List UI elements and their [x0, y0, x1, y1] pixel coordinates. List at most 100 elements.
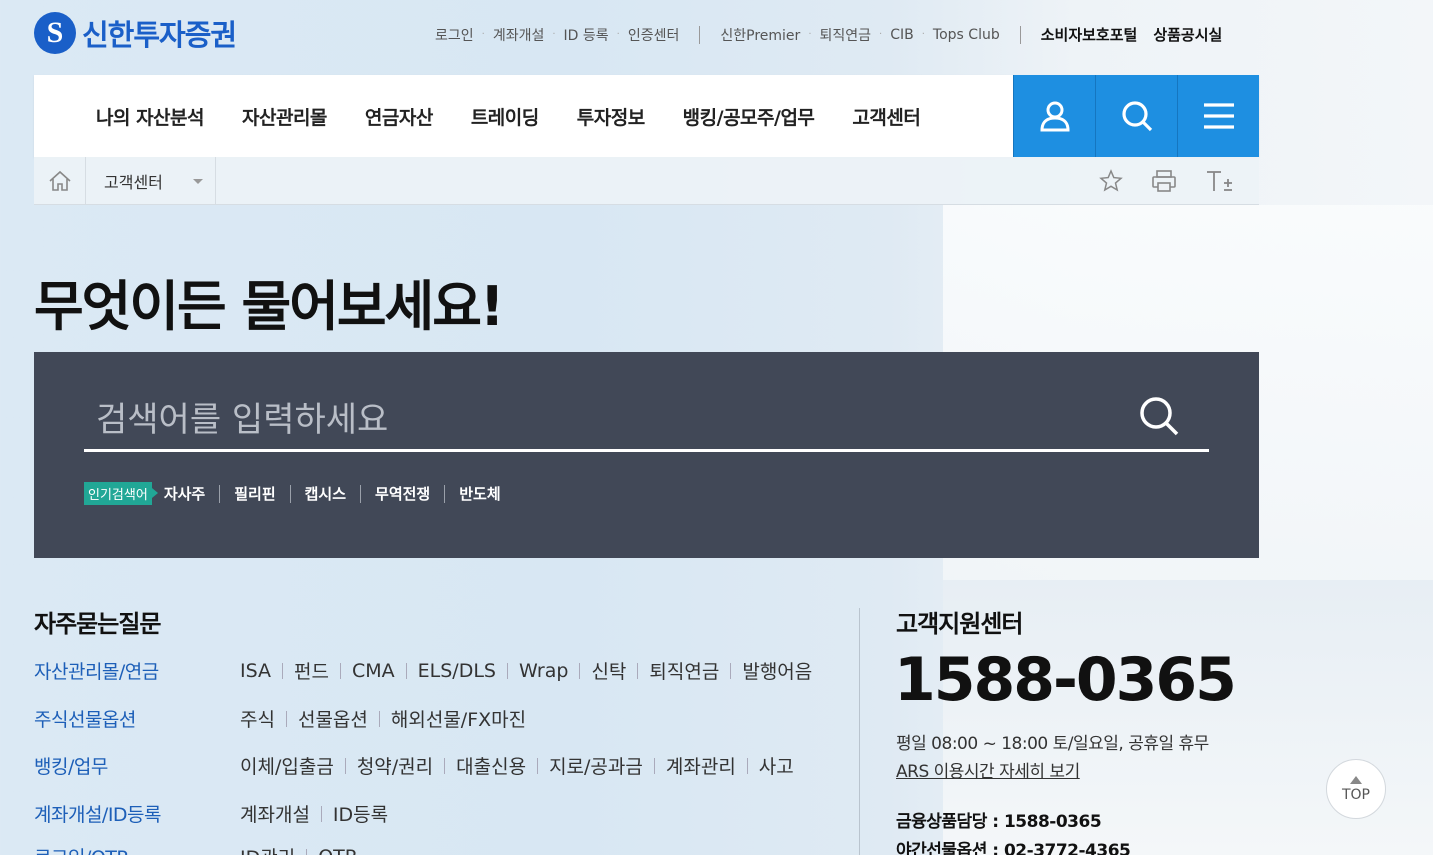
faq-link[interactable]: ID관리: [240, 843, 295, 855]
faq-links: ID관리 OTP: [240, 843, 356, 855]
gnb-item-banking[interactable]: 뱅킹/공모주/업무: [683, 103, 815, 130]
star-icon[interactable]: [1099, 168, 1123, 193]
link-separator: [746, 757, 748, 774]
popular-keyword[interactable]: 캡시스: [305, 483, 346, 504]
link-separator: [344, 757, 346, 774]
faq-links: 주식 선물옵션 해외선물/FX마진: [240, 705, 526, 732]
faq-link[interactable]: 발행어음: [742, 657, 812, 684]
link-separator: [579, 662, 581, 679]
faq-link[interactable]: 대출신용: [456, 752, 526, 779]
link-separator: [653, 757, 655, 774]
print-icon[interactable]: [1151, 169, 1177, 193]
faq-links: 계좌개설 ID등록: [240, 800, 388, 827]
gnb-item-invest-info[interactable]: 투자정보: [577, 103, 645, 130]
link-separator: [730, 662, 732, 679]
popular-keywords: 인기검색어 자사주 필리핀 캡시스 무역전쟁 반도체: [84, 482, 501, 505]
group-separator: [1019, 25, 1021, 44]
page-tools: [1099, 168, 1259, 193]
util-cib-link[interactable]: CIB: [882, 27, 922, 43]
faq-link[interactable]: Wrap: [519, 660, 568, 682]
keyword-separator: [360, 484, 362, 503]
link-separator: [444, 757, 446, 774]
faq-link[interactable]: ISA: [240, 660, 271, 682]
link-separator: [507, 662, 508, 679]
gnb-search-button[interactable]: [1095, 75, 1177, 157]
faq-row: 자산관리몰/연금 ISA 펀드 CMA ELS/DLS Wrap 신탁 퇴직연금…: [34, 657, 812, 684]
util-pension-link[interactable]: 퇴직연금: [812, 25, 880, 45]
global-navigation: 나의 자산분석 자산관리몰 연금자산 트레이딩 투자정보 뱅킹/공모주/업무 고…: [34, 75, 1259, 157]
util-product-disclosure-link[interactable]: 상품공시실: [1145, 24, 1230, 45]
faq-category-link[interactable]: 로그인/OTP: [34, 843, 240, 855]
util-login-link[interactable]: 로그인: [427, 25, 482, 45]
faq-link[interactable]: 주식: [240, 705, 275, 732]
faq-row: 뱅킹/업무 이체/입출금 청약/권리 대출신용 지로/공과금 계좌관리 사고: [34, 752, 794, 779]
search-submit-button[interactable]: [1137, 394, 1181, 438]
gnb-menu: 나의 자산분석 자산관리몰 연금자산 트레이딩 투자정보 뱅킹/공모주/업무 고…: [34, 75, 1013, 157]
popular-keyword[interactable]: 무역전쟁: [375, 483, 430, 504]
faq-category-link[interactable]: 주식선물옵션: [34, 705, 240, 732]
faq-link[interactable]: 계좌개설: [240, 800, 310, 827]
faq-links: ISA 펀드 CMA ELS/DLS Wrap 신탁 퇴직연금 발행어음: [240, 657, 812, 684]
faq-category-link[interactable]: 자산관리몰/연금: [34, 657, 240, 684]
keyword-separator: [219, 484, 221, 503]
menu-button[interactable]: [1177, 75, 1259, 157]
font-size-icon[interactable]: [1205, 169, 1233, 193]
faq-title: 자주묻는질문: [34, 610, 161, 638]
faq-link[interactable]: 청약/권리: [357, 752, 433, 779]
support-phone: 1588-0365: [894, 645, 1237, 715]
faq-link[interactable]: 선물옵션: [298, 705, 368, 732]
faq-link[interactable]: ID등록: [333, 800, 388, 827]
location-bar: 고객센터: [34, 156, 1259, 205]
faq-link[interactable]: 지로/공과금: [549, 752, 643, 779]
faq-link[interactable]: ELS/DLS: [418, 660, 496, 682]
faq-row: 계좌개설/ID등록 계좌개설 ID등록: [34, 800, 388, 827]
faq-link[interactable]: 계좌관리: [666, 752, 736, 779]
user-icon: [1039, 101, 1070, 132]
gnb-item-asset-mall[interactable]: 자산관리몰: [242, 103, 327, 130]
gnb-item-asset-analysis[interactable]: 나의 자산분석: [96, 103, 205, 130]
popular-keyword[interactable]: 자사주: [164, 483, 205, 504]
util-premier-link[interactable]: 신한Premier: [712, 25, 808, 45]
link-separator: [306, 848, 308, 855]
util-tops-club-link[interactable]: Tops Club: [925, 27, 1008, 43]
popular-keyword[interactable]: 필리핀: [234, 483, 275, 504]
scroll-top-button[interactable]: TOP: [1326, 759, 1386, 819]
faq-link[interactable]: CMA: [352, 660, 395, 682]
link-separator: [378, 710, 380, 727]
util-account-open-link[interactable]: 계좌개설: [485, 25, 553, 45]
util-consumer-portal-link[interactable]: 소비자보호포털: [1033, 24, 1146, 45]
util-cert-center-link[interactable]: 인증센터: [620, 25, 688, 45]
gnb-item-trading[interactable]: 트레이딩: [471, 103, 539, 130]
faq-link[interactable]: OTP: [318, 846, 356, 855]
support-line: 금융상품담당 : 1588-0365: [896, 812, 1102, 832]
gnb-item-pension[interactable]: 연금자산: [365, 103, 433, 130]
ars-detail-link[interactable]: ARS 이용시간 자세히 보기: [896, 757, 1080, 782]
arrow-up-icon: [1350, 775, 1362, 784]
link-separator: [339, 662, 341, 679]
faq-category-link[interactable]: 계좌개설/ID등록: [34, 800, 240, 827]
faq-link[interactable]: 퇴직연금: [649, 657, 719, 684]
faq-row: 로그인/OTP ID관리 OTP: [34, 843, 356, 855]
faq-link[interactable]: 신탁: [591, 657, 626, 684]
faq-category-link[interactable]: 뱅킹/업무: [34, 752, 240, 779]
util-id-register-link[interactable]: ID 등록: [556, 25, 617, 45]
faq-link[interactable]: 펀드: [294, 657, 329, 684]
gnb-item-customer-center[interactable]: 고객센터: [852, 103, 920, 130]
faq-link[interactable]: 사고: [759, 752, 794, 779]
home-button[interactable]: [34, 156, 86, 205]
search-input[interactable]: [84, 390, 1209, 452]
popular-label: 인기검색어: [84, 482, 158, 505]
link-separator: [405, 662, 407, 679]
faq-link[interactable]: 이체/입출금: [240, 752, 334, 779]
menu-icon: [1203, 103, 1234, 129]
link-separator: [537, 757, 539, 774]
logo-text: 신한투자증권: [82, 18, 237, 52]
popular-keyword[interactable]: 반도체: [459, 483, 500, 504]
faq-row: 주식선물옵션 주식 선물옵션 해외선물/FX마진: [34, 705, 526, 732]
support-line: 야간선물옵션 : 02-3772-4365: [896, 841, 1131, 855]
brand-logo[interactable]: S 신한투자증권: [34, 12, 237, 54]
link-separator: [320, 805, 322, 822]
breadcrumb-dropdown[interactable]: 고객센터: [86, 156, 216, 205]
user-button[interactable]: [1013, 75, 1095, 157]
faq-link[interactable]: 해외선물/FX마진: [391, 705, 526, 732]
